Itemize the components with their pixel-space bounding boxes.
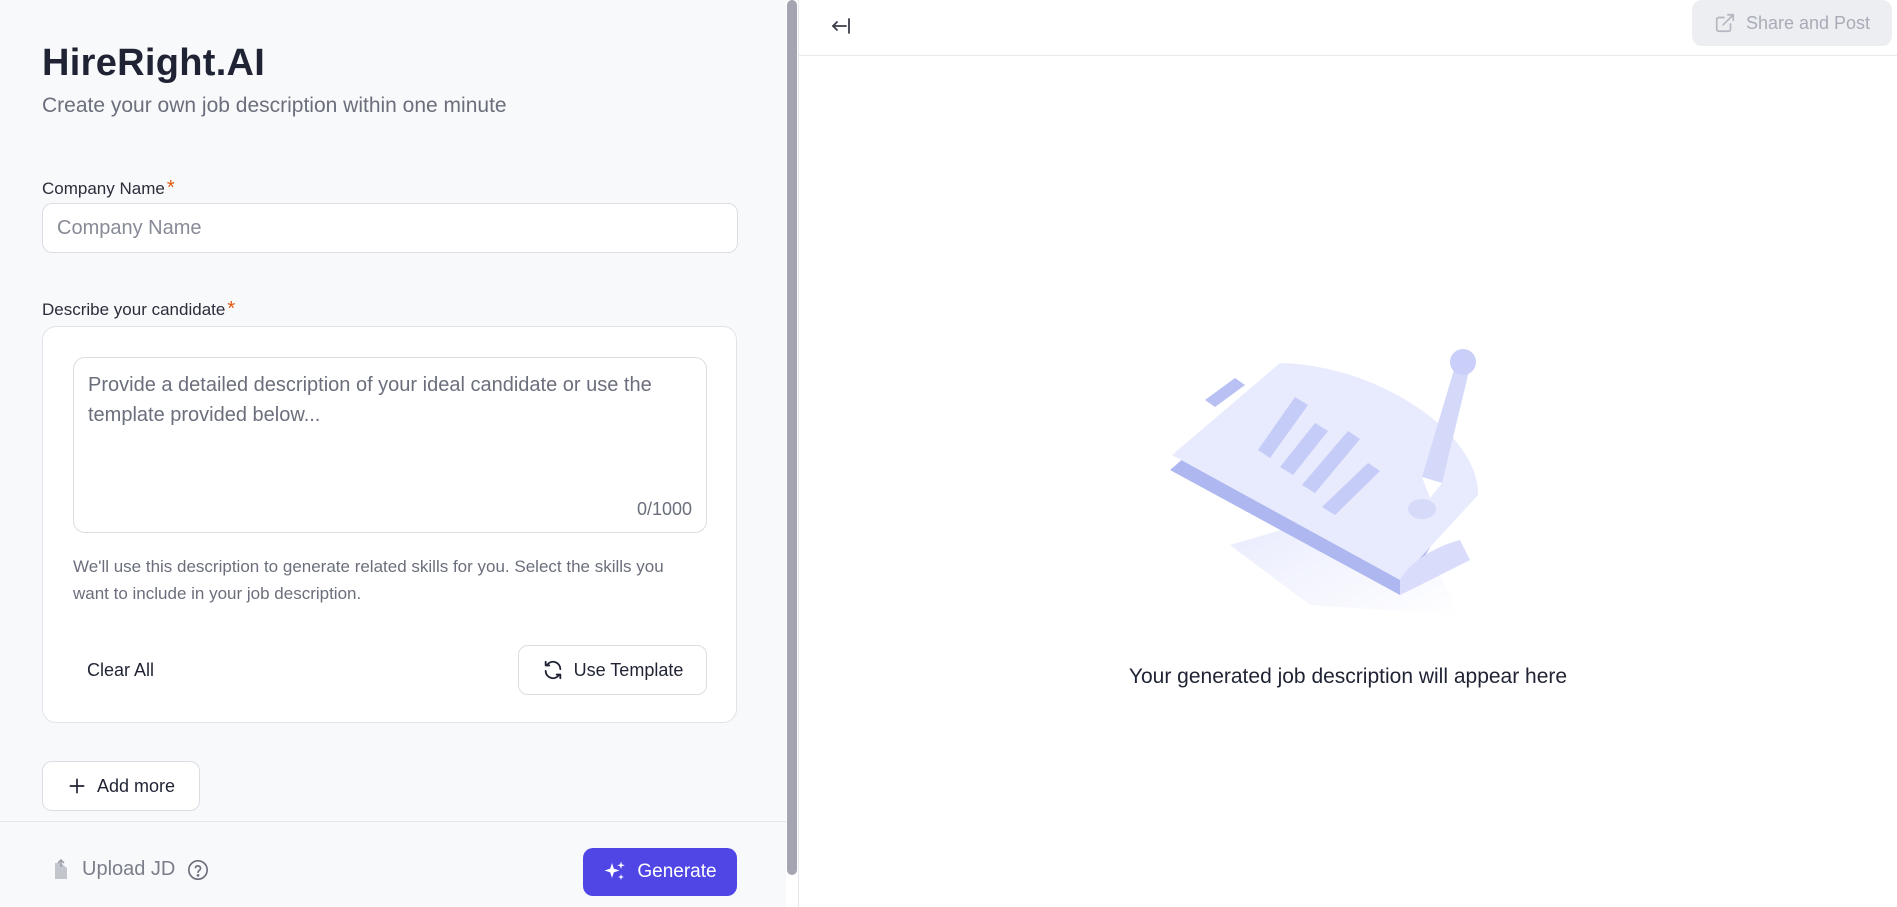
- app-title: HireRight.AI: [42, 42, 266, 84]
- empty-state-message: Your generated job description will appe…: [1128, 665, 1568, 688]
- generate-label: Generate: [637, 861, 717, 882]
- candidate-description-textarea[interactable]: [88, 370, 688, 490]
- help-text: We'll use this description to generate r…: [73, 557, 664, 603]
- app-subtitle: Create your own job description within o…: [42, 94, 507, 117]
- description-box: 0/1000: [73, 357, 707, 533]
- required-mark: *: [227, 298, 236, 320]
- sparkles-icon: [604, 861, 626, 880]
- illustration-ink-dot: [1408, 499, 1436, 519]
- generate-button[interactable]: Generate: [583, 848, 737, 896]
- upload-file-icon: [55, 858, 67, 879]
- add-more-button[interactable]: Add more: [42, 761, 200, 811]
- document-illustration: [1170, 349, 1479, 615]
- candidate-label: Describe your candidate *: [42, 298, 236, 320]
- clear-all-button[interactable]: Clear All: [71, 645, 170, 695]
- footer-divider: [0, 821, 786, 822]
- form-panel: HireRight.AI Create your own job descrip…: [0, 0, 786, 907]
- upload-jd-label: Upload JD: [82, 858, 176, 880]
- illustration-pen-cap: [1450, 349, 1476, 375]
- upload-jd-button[interactable]: Upload JD: [52, 858, 209, 881]
- share-and-post-button[interactable]: Share and Post: [1692, 0, 1892, 46]
- scrollbar-thumb[interactable]: [787, 0, 797, 875]
- candidate-card: 0/1000 We'll use this description to gen…: [42, 326, 737, 723]
- plus-icon: [69, 778, 85, 794]
- refresh-icon: [544, 660, 561, 680]
- required-mark: *: [166, 177, 175, 199]
- use-template-button[interactable]: Use Template: [518, 645, 707, 695]
- share-and-post-label: Share and Post: [1745, 12, 1871, 33]
- external-link-icon: [1715, 13, 1735, 33]
- use-template-label: Use Template: [573, 659, 684, 680]
- question-circle-icon[interactable]: [187, 859, 209, 881]
- company-name-input[interactable]: [42, 203, 738, 253]
- preview-header: Share and Post: [799, 0, 1897, 56]
- company-name-label: Company Name *: [42, 177, 175, 199]
- char-counter: 0/1000: [636, 499, 692, 519]
- collapse-panel-button[interactable]: [823, 8, 859, 44]
- arrow-left-bar-icon: [832, 18, 850, 34]
- add-more-label: Add more: [96, 775, 176, 796]
- panel-divider: [798, 0, 799, 907]
